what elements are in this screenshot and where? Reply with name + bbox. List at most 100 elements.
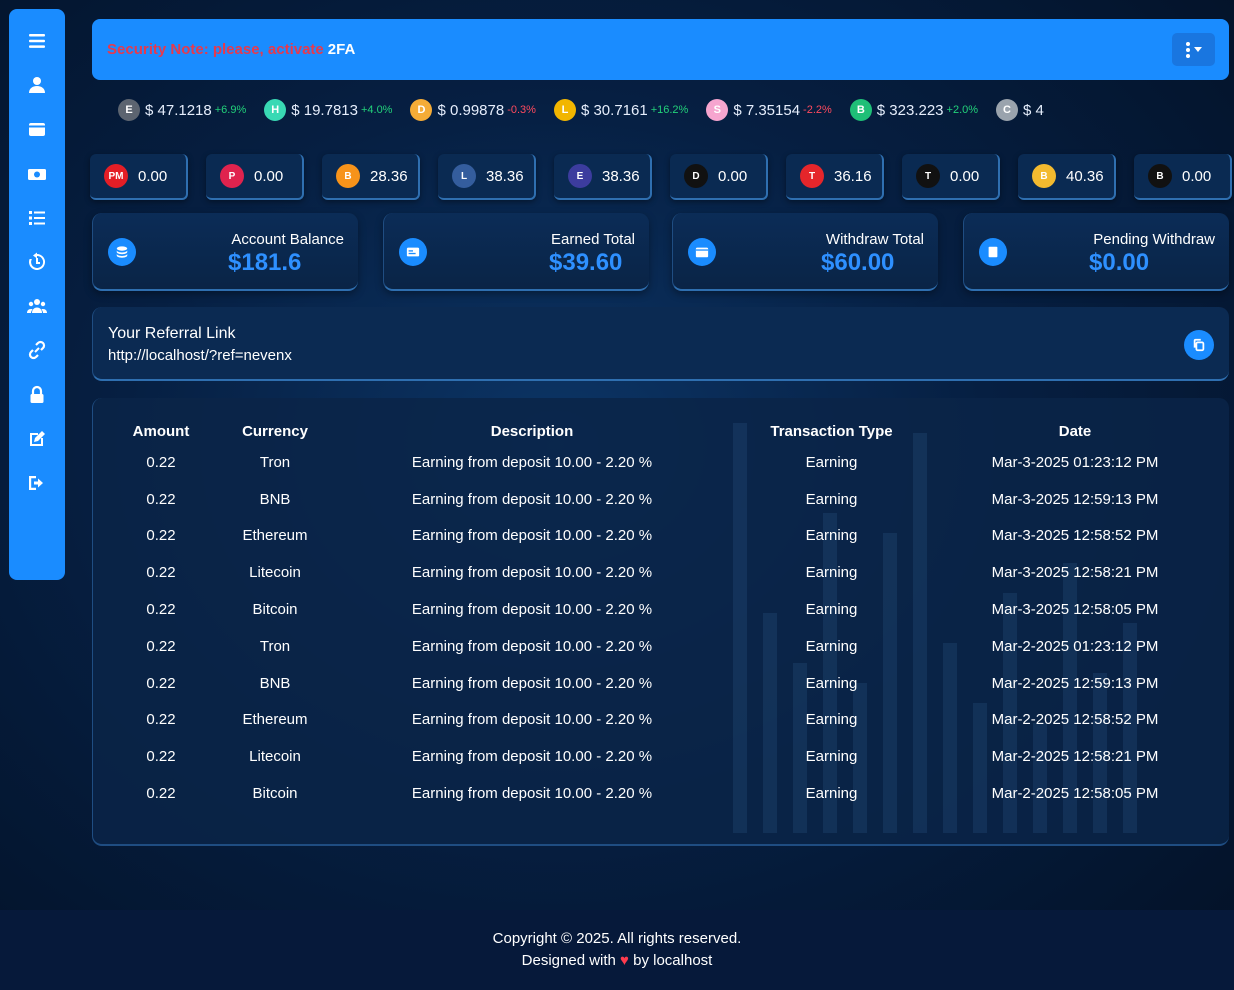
cell-date: Mar-2-2025 12:58:52 PM	[991, 711, 1159, 729]
account-balance-card: Account Balance $181.6	[92, 213, 358, 291]
lock-icon	[30, 385, 44, 403]
stat-label: Pending Withdraw	[1093, 231, 1215, 248]
money-card-icon	[399, 238, 427, 266]
wallet-balance-chip[interactable]: B 40.36	[1018, 154, 1116, 200]
sidebar-item-edit-profile[interactable]	[17, 419, 57, 459]
sidebar-menu-toggle[interactable]	[17, 21, 57, 61]
sidebar-item-deposit[interactable]	[17, 154, 57, 194]
sidebar-item-history[interactable]	[17, 242, 57, 282]
ticker-item: D $ 0.99878 -0.3%	[410, 96, 536, 124]
ticker-change: +16.2%	[650, 104, 689, 116]
cell-description: Earning from deposit 10.00 - 2.20 %	[411, 785, 653, 803]
ticker-price: $ 323.223	[876, 101, 944, 119]
ticker-price: $ 30.7161	[580, 101, 648, 119]
stat-value: $0.00	[1089, 249, 1150, 276]
vertical-dots-icon	[1185, 41, 1190, 58]
referral-title: Your Referral Link	[108, 325, 236, 342]
sidebar-item-logout[interactable]	[17, 463, 57, 503]
bnb-icon: B	[1032, 164, 1056, 188]
cell-currency: Tron	[259, 637, 291, 655]
wallet-balance-chip[interactable]: B 28.36	[322, 154, 420, 200]
ticker-item: H $ 19.7813 +4.0%	[264, 96, 392, 124]
ticker-price: $ 47.1218	[145, 101, 212, 119]
table-row: 0.22 BNB Earning from deposit 10.00 - 2.20…	[93, 481, 1230, 518]
earned-total-card: Earned Total $39.60	[383, 213, 649, 291]
table-row: 0.22 Litecoin Earning from deposit 10.00 -…	[93, 554, 1230, 591]
cell-amount: 0.22	[146, 748, 176, 766]
cell-currency: Ethereum	[242, 711, 308, 729]
dash-icon: D	[684, 164, 708, 188]
cell-currency: BNB	[259, 490, 291, 508]
column-header-currency[interactable]: Currency	[229, 418, 321, 444]
wallet-balance-chip[interactable]: PM 0.00	[90, 154, 188, 200]
wallet-balance-chip[interactable]: P 0.00	[206, 154, 304, 200]
security-note-text: Security Note: please, activate	[107, 41, 324, 58]
wallet-balance-chip[interactable]: T 36.16	[786, 154, 884, 200]
cell-date: Mar-2-2025 12:58:21 PM	[991, 748, 1159, 766]
cell-description: Earning from deposit 10.00 - 2.20 %	[411, 637, 653, 655]
column-header-date[interactable]: Date	[920, 418, 1230, 444]
sidebar-item-wallet[interactable]	[17, 109, 57, 149]
pending-withdraw-card: Pending Withdraw $0.00	[963, 213, 1229, 291]
cell-transaction-type: Earning	[805, 785, 858, 803]
payeer-icon: P	[220, 164, 244, 188]
wallet-value: 38.36	[486, 167, 524, 185]
stat-value: $181.6	[228, 249, 302, 276]
money-bill-icon	[28, 168, 46, 180]
wallet-balance-chip[interactable]: L 38.36	[438, 154, 536, 200]
ethereum-classic-icon: E	[118, 99, 140, 121]
cell-amount: 0.22	[146, 453, 176, 471]
sidebar-item-links[interactable]	[17, 330, 57, 370]
terra-icon: L	[553, 99, 576, 121]
wallet-value: 40.36	[1066, 167, 1104, 185]
wallet-balance-chip[interactable]: T 0.00	[902, 154, 1000, 200]
ticker-item: B $ 323.223 +2.0%	[849, 96, 978, 124]
cell-transaction-type: Earning	[805, 601, 858, 619]
ticker-change: -0.3%	[507, 104, 536, 116]
edit-icon	[30, 430, 45, 446]
cell-description: Earning from deposit 10.00 - 2.20 %	[411, 453, 653, 471]
wallet-icon	[688, 238, 716, 266]
designed-by-line: Designed with ♥ by localhost	[522, 950, 713, 972]
cell-description: Earning from deposit 10.00 - 2.20 %	[411, 748, 653, 766]
security-banner: Security Note: please, activate 2FA	[92, 19, 1229, 80]
wallet-balance-chip[interactable]: D 0.00	[670, 154, 768, 200]
column-header-amount[interactable]: Amount	[93, 418, 229, 444]
sidebar-item-transactions[interactable]	[17, 198, 57, 238]
cell-transaction-type: Earning	[805, 564, 858, 582]
referral-link-text[interactable]: http://localhost/?ref=nevenx	[108, 347, 292, 364]
bnb-alt-icon: B	[1148, 164, 1172, 188]
cell-amount: 0.22	[146, 564, 176, 582]
cell-currency: BNB	[259, 674, 291, 692]
stat-label: Account Balance	[231, 231, 344, 248]
options-dropdown-button[interactable]	[1172, 33, 1215, 66]
table-row: 0.22 Bitcoin Earning from deposit 10.00 - …	[93, 775, 1230, 812]
dai-icon: D	[410, 99, 433, 121]
wallet-balance-chip[interactable]: E 38.36	[554, 154, 652, 200]
stat-value: $39.60	[549, 249, 623, 276]
column-header-transaction-type[interactable]: Transaction Type	[743, 418, 920, 444]
ticker-change: -2.2%	[803, 104, 832, 116]
footer: Copyright © 2025. All rights reserved. D…	[0, 910, 1234, 990]
cell-currency: Ethereum	[242, 527, 308, 545]
column-header-description[interactable]: Description	[321, 418, 743, 444]
cell-amount: 0.22	[146, 785, 176, 803]
sidebar-item-profile[interactable]	[17, 65, 57, 105]
cell-description: Earning from deposit 10.00 - 2.20 %	[411, 564, 653, 582]
logout-icon	[29, 475, 43, 490]
wallet-value: 38.36	[602, 167, 640, 185]
cell-amount: 0.22	[146, 601, 176, 619]
ticker-change: +6.9%	[214, 104, 247, 116]
cell-transaction-type: Earning	[805, 674, 858, 692]
sidebar-item-security[interactable]	[17, 375, 57, 415]
perfect-money-icon: PM	[104, 164, 128, 188]
ticker-price: $ 19.7813	[291, 101, 358, 119]
tron-icon: T	[800, 164, 824, 188]
cell-transaction-type: Earning	[805, 637, 858, 655]
cell-amount: 0.22	[146, 637, 176, 655]
sidebar-item-referrals[interactable]	[17, 286, 57, 326]
wallet-balance-chip[interactable]: B 0.00	[1134, 154, 1232, 200]
copy-referral-button[interactable]	[1184, 330, 1214, 360]
cell-date: Mar-3-2025 12:58:52 PM	[991, 527, 1159, 545]
stat-label: Withdraw Total	[825, 231, 924, 248]
